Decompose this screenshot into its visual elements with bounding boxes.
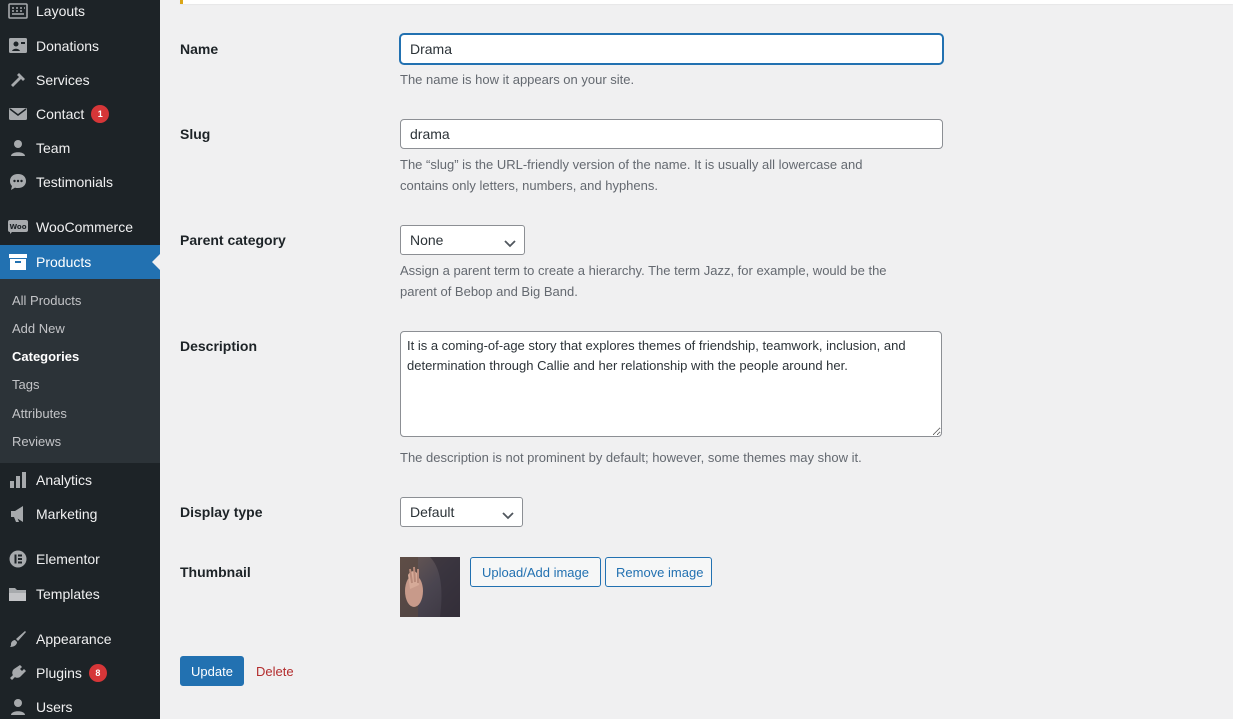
delete-link[interactable]: Delete [256,664,294,679]
sidebar-item-label: Users [36,699,73,715]
display-type-select[interactable]: Default [400,497,523,527]
upload-image-button[interactable]: Upload/Add image [470,557,601,587]
elementor-icon [0,549,36,569]
notification-badge: 1 [91,105,110,123]
sidebar-item-plugins[interactable]: Plugins 8 [0,656,160,690]
woocommerce-icon: Woo [0,219,36,235]
sidebar-item-products[interactable]: Products [0,245,160,279]
update-button[interactable]: Update [180,656,244,686]
sidebar-item-analytics[interactable]: Analytics [0,463,160,497]
sidebar-item-donations[interactable]: Donations [0,29,160,63]
sidebar-item-team[interactable]: Team [0,131,160,165]
sidebar-item-label: Appearance [36,631,112,647]
sidebar-item-label: Marketing [36,506,98,522]
sidebar-item-users[interactable]: Users [0,690,160,719]
sidebar-item-label: Elementor [36,551,100,567]
sidebar-item-label: Layouts [36,3,86,19]
layouts-icon [0,3,36,19]
notice-bar [180,0,1233,4]
admin-sidebar: Layouts Donations Services Contact 1 Tea… [0,0,160,719]
svg-text:Woo: Woo [9,223,26,231]
sidebar-item-label: Donations [36,38,100,54]
sidebar-item-contact[interactable]: Contact 1 [0,97,160,131]
products-submenu: All Products Add New Categories Tags Att… [0,279,160,463]
users-icon [0,697,36,717]
person-icon [0,138,36,158]
name-description: The name is how it appears on your site. [400,72,635,87]
description-textarea[interactable]: It is a coming-of-age story that explore… [400,331,942,437]
megaphone-icon [0,504,36,524]
parent-category-label: Parent category [180,232,286,248]
thumbnail-label: Thumbnail [180,564,251,580]
parent-description-line2: parent of Bebop and Big Band. [400,284,578,299]
description-label: Description [180,338,258,354]
display-type-label: Display type [180,504,263,520]
remove-image-button[interactable]: Remove image [605,557,712,587]
sidebar-item-label: Contact [36,106,85,122]
sidebar-item-label: Services [36,72,90,88]
sidebar-item-templates[interactable]: Templates [0,577,160,611]
parent-category-value: None [410,232,444,248]
submenu-categories[interactable]: Categories [12,349,79,364]
mail-icon [0,106,36,122]
comment-icon [0,172,36,192]
sidebar-item-testimonials[interactable]: Testimonials [0,165,160,199]
thumbnail-image [400,557,460,617]
sidebar-item-services[interactable]: Services [0,63,160,97]
sidebar-item-label: Templates [36,586,100,602]
paintbrush-icon [0,629,36,649]
sidebar-item-layouts[interactable]: Layouts [0,0,160,28]
submenu-add-new[interactable]: Add New [12,321,65,336]
plugin-icon [0,663,36,683]
slug-description-line2: contains only letters, numbers, and hyph… [400,178,658,193]
submenu-all-products[interactable]: All Products [12,293,81,308]
sidebar-item-label: Products [36,254,92,270]
slug-input[interactable] [400,119,943,149]
sidebar-item-label: Testimonials [36,174,114,190]
slug-description-line1: The “slug” is the URL-friendly version o… [400,157,863,172]
submenu-attributes[interactable]: Attributes [12,406,67,421]
sidebar-item-label: WooCommerce [36,219,133,235]
edit-category-form: Name The name is how it appears on your … [160,0,1233,719]
sidebar-item-appearance[interactable]: Appearance [0,622,160,656]
parent-description-line1: Assign a parent term to create a hierarc… [400,263,887,278]
sidebar-item-label: Team [36,140,71,156]
chevron-down-icon [502,507,514,523]
name-input[interactable] [400,34,943,64]
archive-icon [0,253,36,271]
notification-badge: 8 [88,664,107,682]
submenu-reviews[interactable]: Reviews [12,434,61,449]
sidebar-item-elementor[interactable]: Elementor [0,542,160,576]
parent-category-select[interactable]: None [400,225,525,255]
display-type-value: Default [410,504,455,520]
bar-chart-icon [0,471,36,489]
sidebar-item-woocommerce[interactable]: Woo WooCommerce [0,210,160,244]
donations-icon [0,37,36,55]
submenu-tags[interactable]: Tags [12,377,39,392]
hammer-icon [0,70,36,90]
description-help: The description is not prominent by defa… [400,450,862,465]
sidebar-item-marketing[interactable]: Marketing [0,497,160,531]
sidebar-item-label: Plugins [36,665,82,681]
slug-label: Slug [180,126,211,142]
chevron-down-icon [504,235,516,251]
sidebar-item-label: Analytics [36,472,93,488]
name-label: Name [180,41,219,57]
folder-icon [0,585,36,603]
